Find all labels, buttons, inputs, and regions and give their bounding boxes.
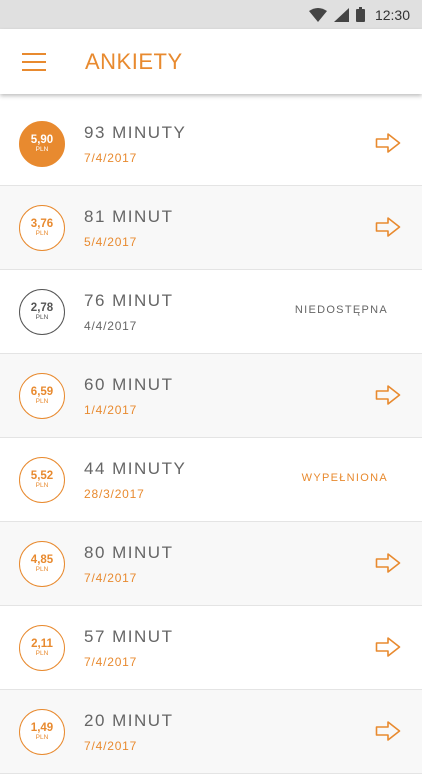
- arrow-right-icon[interactable]: [375, 636, 401, 658]
- survey-date: 7/4/2017: [84, 570, 138, 585]
- price-currency: PLN: [35, 565, 49, 573]
- page-title: ANKIETY: [85, 48, 183, 74]
- survey-row[interactable]: 3,76 PLN 81 MINUT 5/4/2017: [0, 186, 422, 270]
- battery-icon: [355, 7, 365, 22]
- arrow-right-icon[interactable]: [375, 216, 401, 238]
- status-badge: WYPEŁNIONA: [301, 472, 388, 484]
- price-badge: 5,90 PLN: [19, 120, 65, 167]
- price-value: 4,85: [30, 553, 54, 566]
- wifi-icon: [308, 7, 327, 22]
- status-bar: 12:30: [0, 0, 422, 29]
- price-value: 1,49: [30, 721, 54, 734]
- arrow-right-icon[interactable]: [375, 384, 401, 406]
- survey-row[interactable]: 1,49 PLN 20 MINUT 7/4/2017: [0, 690, 422, 774]
- survey-date: 5/4/2017: [84, 234, 138, 249]
- arrow-right-icon[interactable]: [375, 132, 401, 154]
- price-currency: PLN: [35, 397, 49, 405]
- survey-duration: 81 MINUT: [84, 206, 174, 226]
- signal-icon: [333, 7, 349, 22]
- price-value: 6,59: [30, 385, 54, 398]
- survey-duration: 20 MINUT: [84, 710, 174, 730]
- price-value: 2,78: [30, 301, 54, 314]
- price-currency: PLN: [35, 649, 49, 657]
- status-badge: NIEDOSTĘPNA: [294, 304, 388, 316]
- app-bar: ANKIETY: [0, 29, 422, 94]
- survey-row: 2,78 PLN 76 MINUT 4/4/2017 NIEDOSTĘPNA: [0, 270, 422, 354]
- hamburger-menu-icon[interactable]: [22, 52, 46, 71]
- price-badge: 4,85 PLN: [19, 540, 65, 587]
- price-badge: 2,11 PLN: [19, 624, 65, 671]
- arrow-right-icon[interactable]: [375, 720, 401, 742]
- survey-row[interactable]: 4,85 PLN 80 MINUT 7/4/2017: [0, 522, 422, 606]
- survey-row[interactable]: 5,90 PLN 93 MINUTY 7/4/2017: [0, 102, 422, 186]
- price-value: 5,90: [30, 133, 54, 146]
- survey-duration: 80 MINUT: [84, 542, 174, 562]
- survey-row[interactable]: 2,11 PLN 57 MINUT 7/4/2017: [0, 606, 422, 690]
- survey-row[interactable]: 6,59 PLN 60 MINUT 1/4/2017: [0, 354, 422, 438]
- price-currency: PLN: [35, 229, 49, 237]
- survey-date: 28/3/2017: [84, 486, 145, 501]
- survey-date: 4/4/2017: [84, 318, 138, 333]
- price-currency: PLN: [35, 733, 49, 741]
- price-badge: 2,78 PLN: [19, 288, 65, 335]
- price-badge: 5,52 PLN: [19, 456, 65, 503]
- survey-date: 7/4/2017: [84, 654, 138, 669]
- price-currency: PLN: [35, 313, 49, 321]
- survey-list: 5,90 PLN 93 MINUTY 7/4/2017 3,76 PLN 81 …: [0, 102, 422, 774]
- price-badge: 3,76 PLN: [19, 204, 65, 251]
- price-currency: PLN: [35, 145, 49, 153]
- survey-duration: 60 MINUT: [84, 374, 174, 394]
- survey-date: 1/4/2017: [84, 402, 138, 417]
- survey-date: 7/4/2017: [84, 738, 138, 753]
- price-value: 3,76: [30, 217, 54, 230]
- price-badge: 6,59 PLN: [19, 372, 65, 419]
- arrow-right-icon[interactable]: [375, 552, 401, 574]
- status-time: 12:30: [374, 6, 410, 23]
- price-value: 5,52: [30, 469, 54, 482]
- price-badge: 1,49 PLN: [19, 708, 65, 755]
- survey-duration: 93 MINUTY: [84, 122, 187, 142]
- price-value: 2,11: [31, 637, 53, 650]
- price-currency: PLN: [35, 481, 49, 489]
- survey-date: 7/4/2017: [84, 150, 138, 165]
- survey-duration: 57 MINUT: [84, 626, 174, 646]
- survey-row: 5,52 PLN 44 MINUTY 28/3/2017 WYPEŁNIONA: [0, 438, 422, 522]
